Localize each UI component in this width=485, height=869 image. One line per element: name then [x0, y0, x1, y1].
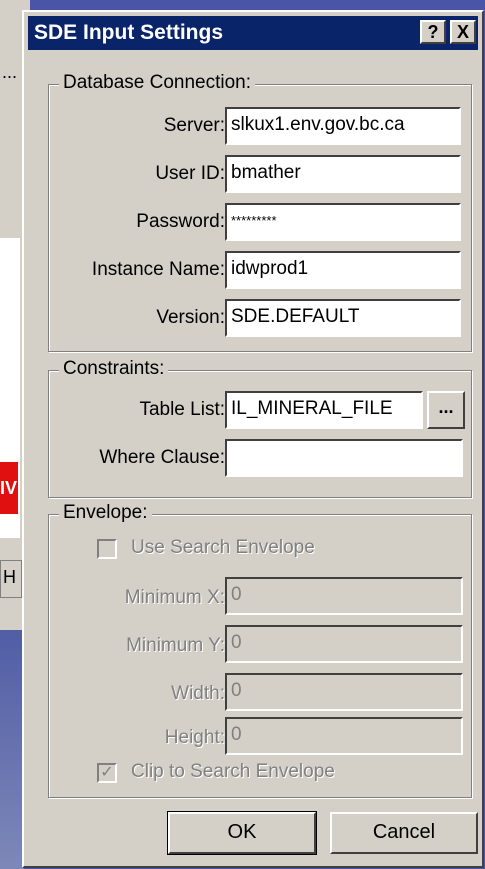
instance-name-field[interactable]: idwprod1 — [225, 251, 461, 289]
userid-label: User ID: — [155, 163, 225, 184]
userid-field[interactable]: bmather — [225, 155, 461, 193]
table-list-field[interactable]: IL_MINERAL_FILE — [225, 391, 423, 429]
version-label: Version: — [156, 307, 225, 328]
background-button-fragment: H — [0, 560, 22, 598]
clip-to-search-envelope-checkbox[interactable]: ✓ — [97, 763, 117, 783]
version-field[interactable]: SDE.DEFAULT — [225, 299, 461, 337]
title-bar[interactable]: SDE Input Settings ? X — [28, 16, 478, 50]
cancel-button[interactable]: Cancel — [330, 812, 478, 854]
constraints-legend: Constraints: — [59, 358, 169, 380]
use-search-envelope-label: Use Search Envelope — [131, 537, 315, 558]
where-clause-field[interactable] — [225, 439, 463, 477]
help-button[interactable]: ? — [420, 20, 446, 44]
minimum-x-field[interactable]: 0 — [225, 577, 463, 615]
background-fragment-text: ... — [2, 62, 18, 82]
minimum-y-field[interactable]: 0 — [225, 625, 463, 663]
dialog-title: SDE Input Settings — [34, 21, 223, 44]
width-label: Width: — [171, 683, 225, 704]
database-connection-legend: Database Connection: — [59, 72, 256, 94]
close-button[interactable]: X — [450, 20, 476, 44]
sde-input-settings-dialog: SDE Input Settings ? X Database Connecti… — [22, 10, 484, 868]
clip-to-search-envelope-label: Clip to Search Envelope — [131, 761, 335, 782]
height-label: Height: — [164, 727, 225, 748]
constraints-group: Constraints: Table List: IL_MINERAL_FILE… — [48, 358, 472, 498]
envelope-group: Envelope: Use Search Envelope Minimum X:… — [48, 502, 472, 798]
instance-name-label: Instance Name: — [91, 259, 225, 280]
ok-button[interactable]: OK — [167, 811, 317, 855]
database-connection-group: Database Connection: Server: slkux1.env.… — [48, 72, 472, 352]
server-field[interactable]: slkux1.env.gov.bc.ca — [225, 107, 461, 145]
minimum-x-label: Minimum X: — [124, 587, 225, 608]
height-field[interactable]: 0 — [225, 717, 463, 755]
use-search-envelope-checkbox[interactable] — [97, 539, 117, 559]
password-field[interactable]: ********* — [225, 203, 461, 241]
password-label: Password: — [136, 211, 225, 232]
table-list-browse-button[interactable]: ... — [427, 391, 465, 429]
background-red-badge: IV — [0, 462, 18, 514]
minimum-y-label: Minimum Y: — [126, 635, 225, 656]
width-field[interactable]: 0 — [225, 673, 463, 711]
server-label: Server: — [163, 115, 225, 136]
table-list-label: Table List: — [139, 399, 225, 420]
envelope-legend: Envelope: — [59, 502, 152, 524]
where-clause-label: Where Clause: — [99, 447, 225, 468]
